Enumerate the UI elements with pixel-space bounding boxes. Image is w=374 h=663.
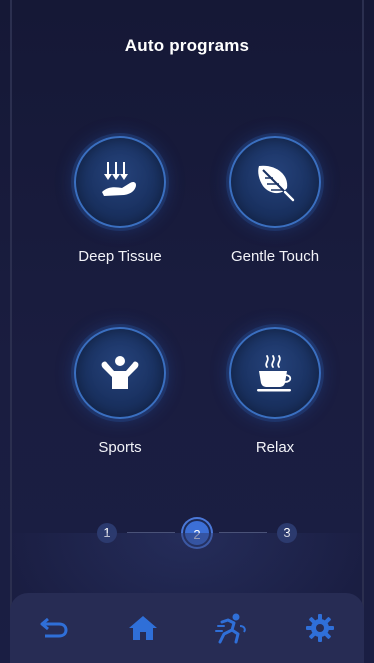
back-button[interactable] (30, 604, 78, 652)
pager-connector (219, 532, 267, 533)
deep-tissue-icon (102, 162, 136, 196)
program-button-circle[interactable] (229, 327, 321, 419)
program-sports[interactable]: Sports (55, 327, 185, 456)
back-arrow-icon (40, 617, 68, 638)
pager-connector (127, 532, 175, 533)
page-indicator: 1 2 3 (97, 516, 297, 547)
program-label: Relax (255, 439, 295, 456)
program-label: Gentle Touch (230, 248, 320, 265)
massage-mode-button[interactable] (207, 604, 255, 652)
program-button-circle[interactable] (74, 327, 166, 419)
massage-figure-icon (215, 613, 247, 644)
program-label: Sports (98, 439, 142, 456)
right-frame-line (362, 0, 364, 663)
program-gentle-touch[interactable]: Gentle Touch (210, 136, 340, 265)
home-button[interactable] (119, 604, 167, 652)
feather-icon (258, 165, 295, 202)
left-frame-line (10, 0, 12, 663)
home-icon (128, 616, 157, 640)
page-dot-3[interactable]: 3 (277, 523, 297, 543)
bottom-nav-bar (10, 593, 364, 663)
person-arms-up-icon (101, 356, 139, 389)
program-deep-tissue[interactable]: Deep Tissue (55, 136, 185, 265)
program-button-circle[interactable] (74, 136, 166, 228)
page-dot-2-active[interactable]: 2 (183, 519, 211, 547)
settings-button[interactable] (296, 604, 344, 652)
program-label: Deep Tissue (78, 248, 162, 265)
gear-icon (305, 614, 334, 642)
app-screen: Auto programs Deep Tissue Gentle Touch S… (0, 0, 374, 663)
page-dot-1[interactable]: 1 (97, 523, 117, 543)
program-button-circle[interactable] (229, 136, 321, 228)
page-title: Auto programs (124, 36, 250, 55)
steaming-cup-icon (257, 355, 292, 392)
program-relax[interactable]: Relax (210, 327, 340, 456)
